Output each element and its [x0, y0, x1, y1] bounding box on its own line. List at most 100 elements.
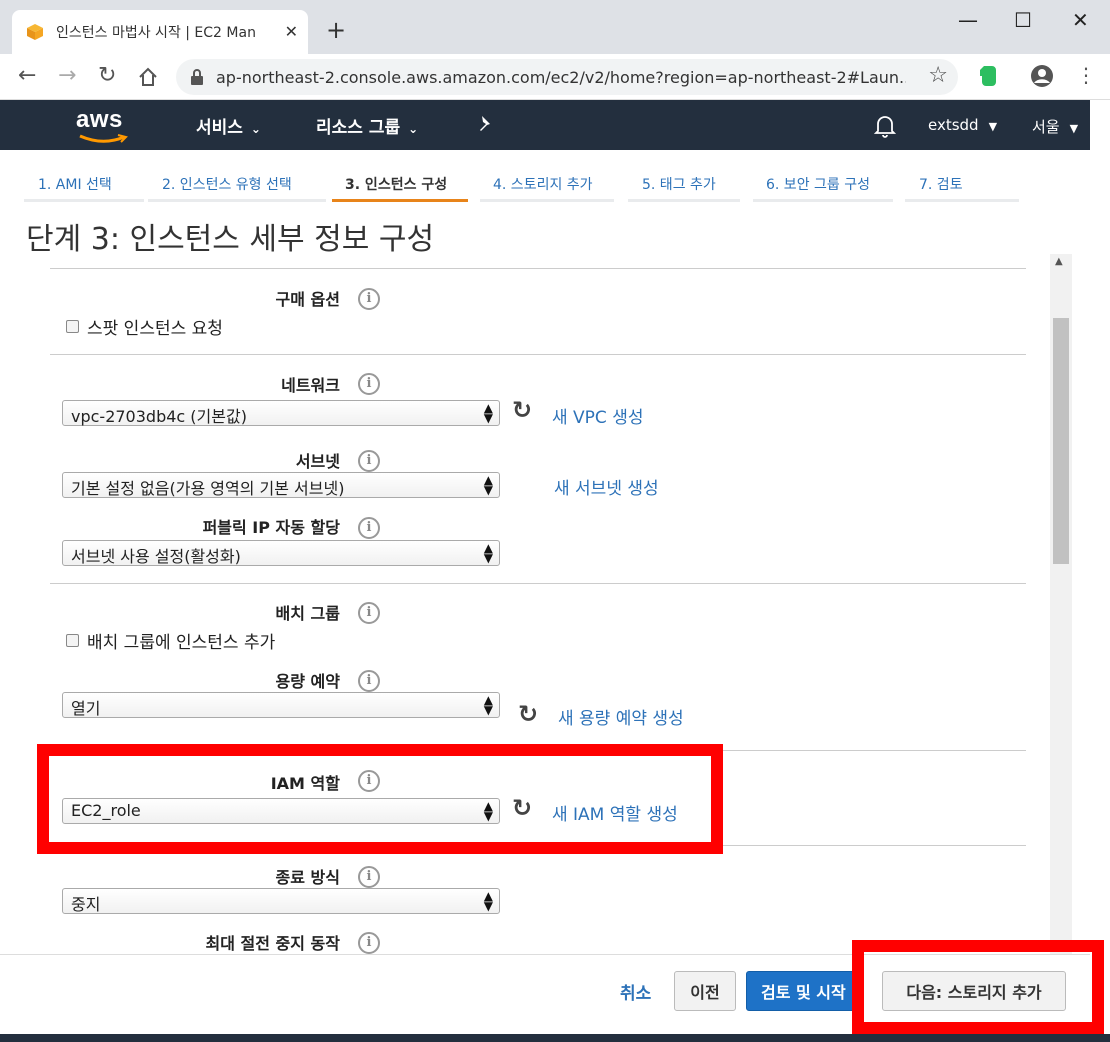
pin-icon[interactable]	[476, 114, 494, 134]
address-bar[interactable]: ap-northeast-2.console.aws.amazon.com/ec…	[176, 59, 958, 95]
checkbox-box[interactable]	[66, 320, 79, 333]
aws-logo[interactable]: aws	[76, 106, 128, 143]
resource-groups-menu[interactable]: 리소스 그룹 ⌄	[316, 113, 418, 138]
step-5-tab[interactable]: 5. 태그 추가	[628, 162, 740, 202]
public-ip-select-value: 서브넷 사용 설정(활성화)	[71, 547, 241, 566]
public-ip-select[interactable]: 서브넷 사용 설정(활성화) ▲ ▼	[62, 540, 500, 566]
reload-icon[interactable]: ↻	[98, 63, 116, 88]
select-arrows-icon: ▲ ▼	[483, 473, 493, 497]
profile-avatar-icon[interactable]	[1030, 64, 1054, 88]
browser-tab-bar: 인스턴스 마법사 시작 | EC2 Man ✕ + — ☐ ✕	[0, 0, 1110, 54]
scroll-up-arrow-icon[interactable]: ▲	[1055, 256, 1063, 267]
info-icon[interactable]: i	[358, 670, 380, 692]
url-text: ap-northeast-2.console.aws.amazon.com/ec…	[216, 67, 906, 87]
user-account-menu[interactable]: extsdd ▼	[928, 116, 997, 134]
review-and-launch-button[interactable]: 검토 및 시작	[746, 971, 858, 1011]
network-select-value: vpc-2703db4c (기본값)	[71, 407, 247, 426]
aws-smile-icon	[79, 134, 128, 143]
iam-role-highlight-box	[37, 744, 723, 854]
subnet-label: 서브넷	[295, 452, 340, 471]
maximize-icon[interactable]: ☐	[1014, 8, 1032, 32]
step-4-tab[interactable]: 4. 스토리지 추가	[480, 162, 614, 202]
minimize-icon[interactable]: —	[958, 8, 978, 32]
step-6-tab[interactable]: 6. 보안 그룹 구성	[753, 162, 893, 202]
resource-groups-label: 리소스 그룹	[316, 118, 401, 138]
lock-icon	[191, 69, 203, 85]
window-close-icon[interactable]: ✕	[1072, 8, 1089, 32]
aws-logo-text: aws	[76, 106, 123, 133]
aws-console-header: aws 서비스 ⌄ 리소스 그룹 ⌄ extsdd ▼ 서울 ▼	[0, 100, 1090, 150]
shutdown-behavior-label: 종료 방식	[275, 868, 340, 887]
caret-down-icon: ▼	[1069, 122, 1079, 135]
menu-kebab-icon[interactable]: ⋮	[1076, 63, 1096, 87]
capacity-reservation-label: 용량 예약	[275, 672, 340, 691]
browser-toolbar: ← → ↻ ap-northeast-2.console.aws.amazon.…	[0, 54, 1110, 100]
create-vpc-link[interactable]: 새 VPC 생성	[552, 403, 643, 428]
info-icon[interactable]: i	[358, 288, 380, 310]
spot-instance-checkbox[interactable]: 스팟 인스턴스 요청	[66, 314, 223, 339]
services-label: 서비스	[196, 118, 243, 138]
caret-down-icon: ▼	[988, 120, 998, 133]
step-7-tab[interactable]: 7. 검토	[905, 162, 1019, 202]
purchase-option-label: 구매 옵션	[275, 290, 340, 309]
info-icon[interactable]: i	[358, 602, 380, 624]
region-name: 서울	[1032, 118, 1060, 136]
capacity-reservation-select-value: 열기	[71, 699, 101, 718]
network-select[interactable]: vpc-2703db4c (기본값) ▲ ▼	[62, 400, 500, 426]
next-button-highlight-box	[852, 940, 1104, 1034]
stop-hibernate-label: 최대 절전 중지 동작	[205, 934, 340, 953]
user-name: extsdd	[928, 116, 979, 134]
aws-cube-icon	[27, 24, 43, 40]
evernote-icon[interactable]	[976, 64, 998, 88]
subnet-select[interactable]: 기본 설정 없음(가용 영역의 기본 서브넷) ▲ ▼	[62, 472, 500, 498]
new-tab-icon[interactable]: +	[326, 16, 346, 44]
browser-tab[interactable]: 인스턴스 마법사 시작 | EC2 Man ✕	[12, 10, 308, 54]
bookmark-star-icon[interactable]: ☆	[928, 63, 948, 88]
step-3-tab[interactable]: 3. 인스턴스 구성	[332, 162, 468, 202]
select-arrows-icon: ▲ ▼	[483, 693, 493, 717]
chevron-down-icon: ⌄	[408, 122, 419, 136]
section-divider	[50, 268, 1026, 269]
placement-group-label: 배치 그룹	[275, 604, 340, 623]
step-1-tab[interactable]: 1. AMI 선택	[24, 162, 144, 202]
section-divider	[50, 583, 1026, 584]
spot-instance-checkbox-label: 스팟 인스턴스 요청	[87, 319, 223, 339]
capacity-reservation-select[interactable]: 열기 ▲ ▼	[62, 692, 500, 718]
chevron-down-icon: ⌄	[250, 122, 261, 136]
select-arrows-icon: ▲ ▼	[483, 889, 493, 913]
select-arrows-icon: ▲ ▼	[483, 541, 493, 565]
info-icon[interactable]: i	[358, 866, 380, 888]
checkbox-box[interactable]	[66, 634, 79, 647]
placement-group-checkbox-label: 배치 그룹에 인스턴스 추가	[87, 633, 276, 653]
shutdown-behavior-select-value: 중지	[71, 895, 101, 914]
tab-close-icon[interactable]: ✕	[285, 22, 298, 41]
step-2-tab[interactable]: 2. 인스턴스 유형 선택	[148, 162, 326, 202]
section-divider	[50, 354, 1026, 355]
refresh-icon[interactable]: ↻	[518, 700, 538, 728]
page-right-edge	[1090, 100, 1110, 1042]
info-icon[interactable]: i	[358, 373, 380, 395]
previous-button[interactable]: 이전	[674, 971, 736, 1011]
forward-icon[interactable]: →	[58, 63, 76, 88]
create-subnet-link[interactable]: 새 서브넷 생성	[554, 474, 659, 499]
create-capacity-reservation-link[interactable]: 새 용량 예약 생성	[558, 704, 684, 729]
scrollbar-thumb[interactable]	[1053, 318, 1069, 564]
refresh-icon[interactable]: ↻	[512, 396, 532, 424]
subnet-select-value: 기본 설정 없음(가용 영역의 기본 서브넷)	[71, 479, 345, 498]
cancel-link[interactable]: 취소	[620, 979, 651, 1004]
network-label: 네트워크	[281, 376, 340, 395]
region-menu[interactable]: 서울 ▼	[1032, 116, 1078, 137]
info-icon[interactable]: i	[358, 932, 380, 954]
tab-title: 인스턴스 마법사 시작 | EC2 Man	[56, 25, 256, 41]
back-icon[interactable]: ←	[18, 63, 36, 88]
services-menu[interactable]: 서비스 ⌄	[196, 113, 261, 138]
home-icon[interactable]	[138, 67, 158, 87]
info-icon[interactable]: i	[358, 450, 380, 472]
bell-icon[interactable]	[874, 114, 896, 138]
page-title: 단계 3: 인스턴스 세부 정보 구성	[26, 222, 435, 257]
shutdown-behavior-select[interactable]: 중지 ▲ ▼	[62, 888, 500, 914]
public-ip-label: 퍼블릭 IP 자동 할당	[202, 518, 340, 537]
placement-group-checkbox[interactable]: 배치 그룹에 인스턴스 추가	[66, 628, 275, 653]
page-bottom-strip	[0, 1034, 1110, 1042]
info-icon[interactable]: i	[358, 517, 380, 539]
